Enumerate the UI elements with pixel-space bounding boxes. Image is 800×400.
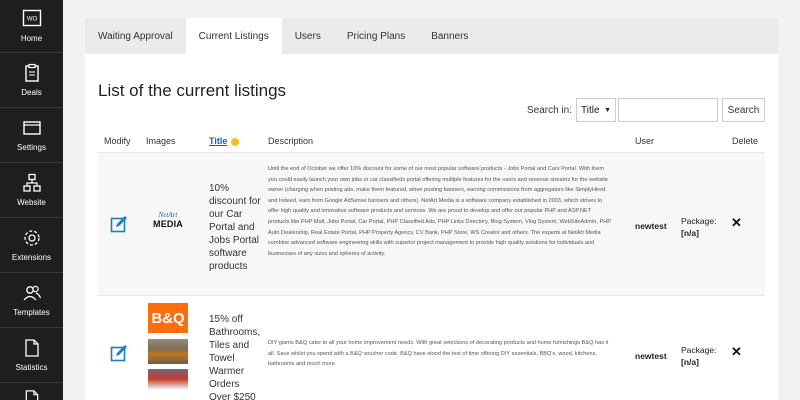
- listing-title: 15% off Bathrooms, Tiles and Towel Warme…: [209, 314, 261, 400]
- search-bar: Search in: Title ▼ Search: [527, 97, 765, 123]
- tab-banners[interactable]: Banners: [418, 18, 481, 54]
- tab-current-listings[interactable]: Current Listings: [185, 18, 282, 54]
- listing-package: Package: [n/a]: [681, 215, 716, 239]
- edit-icon[interactable]: [110, 215, 128, 233]
- search-label: Search in:: [526, 104, 572, 116]
- listing-title: 10% discount for our Car Portal and Jobs…: [209, 183, 261, 272]
- listing-description: DIY giants B&Q cater to all your home im…: [268, 340, 609, 368]
- sidebar-item-templates[interactable]: Templates: [0, 273, 63, 328]
- sort-indicator-icon: [231, 137, 240, 146]
- sidebar-item-label: Home: [20, 34, 43, 43]
- listing-image-netart: NetArt MEDIA: [153, 211, 183, 229]
- listing-image-bq-logo: B&Q: [148, 303, 188, 333]
- chevron-down-icon: ▼: [604, 106, 611, 114]
- listing-description: Until the end of October we offer 10% di…: [268, 166, 611, 257]
- search-field-select[interactable]: Title ▼: [576, 98, 616, 122]
- search-field-value: Title: [581, 104, 600, 116]
- package-label: Package:: [681, 345, 717, 355]
- tab-pricing-plans[interactable]: Pricing Plans: [334, 18, 418, 54]
- column-header-images: Images: [146, 136, 176, 146]
- table-row: B&Q 15% off Bathrooms, Tiles and Towel W…: [98, 295, 765, 400]
- search-input[interactable]: [618, 98, 718, 122]
- sidebar-item-statistics[interactable]: Statistics: [0, 328, 63, 383]
- table-row: NetArt MEDIA 10% discount for our Car Po…: [98, 152, 765, 295]
- sidebar-item-settings[interactable]: Settings: [0, 108, 63, 163]
- gear-icon: [23, 230, 40, 246]
- sidebar-item-home[interactable]: WO Home: [0, 0, 63, 53]
- listing-image-bq-store: [148, 339, 188, 364]
- tab-waiting-approval[interactable]: Waiting Approval: [85, 18, 186, 54]
- listings-panel: List of the current listings Search in: …: [85, 54, 778, 400]
- listing-package: Package: [n/a]: [681, 344, 716, 368]
- column-header-user: User: [635, 136, 655, 146]
- clipboard-icon: [24, 63, 39, 82]
- sitemap-icon: [22, 173, 41, 192]
- column-header-title[interactable]: Title: [209, 136, 240, 146]
- package-value: [n/a]: [681, 357, 699, 367]
- listing-image-bq-storefront: [148, 369, 188, 389]
- listing-user: newtest: [635, 221, 667, 231]
- sidebar-item-website[interactable]: Website: [0, 163, 63, 218]
- sidebar-item-extensions[interactable]: Extensions: [0, 218, 63, 273]
- package-value: [n/a]: [681, 228, 699, 238]
- sidebar-item-more[interactable]: [0, 383, 63, 400]
- search-button[interactable]: Search: [722, 98, 765, 122]
- listing-user: newtest: [635, 351, 667, 361]
- sidebar-item-label: Statistics: [15, 363, 48, 372]
- svg-text:WO: WO: [26, 17, 37, 23]
- sort-title-link[interactable]: Title: [209, 136, 227, 146]
- sidebar-item-label: Templates: [13, 308, 50, 317]
- sidebar-item-label: Website: [17, 198, 46, 207]
- main-area: Waiting Approval Current Listings Users …: [63, 0, 800, 400]
- window-icon: [22, 121, 41, 135]
- tab-users[interactable]: Users: [282, 18, 334, 54]
- column-header-delete: Delete: [732, 136, 759, 146]
- sidebar-item-label: Extensions: [11, 253, 52, 262]
- home-icon: WO: [22, 9, 41, 27]
- users-icon: [23, 285, 41, 301]
- delete-icon[interactable]: ✕: [731, 215, 742, 231]
- document-icon: [24, 339, 39, 357]
- sidebar-item-label: Deals: [21, 88, 42, 97]
- package-label: Package:: [681, 216, 717, 226]
- tab-bar: Waiting Approval Current Listings Users …: [85, 18, 778, 54]
- sidebar-item-deals[interactable]: Deals: [0, 53, 63, 108]
- document-icon: [25, 390, 38, 400]
- page-title: List of the current listings: [98, 81, 287, 100]
- column-header-description: Description: [268, 136, 314, 146]
- sidebar: WO Home Deals Settings Website Extension…: [0, 0, 63, 400]
- delete-icon[interactable]: ✕: [731, 344, 742, 360]
- edit-icon[interactable]: [110, 344, 128, 362]
- sidebar-item-label: Settings: [17, 143, 46, 152]
- column-header-modify: Modify: [104, 136, 131, 146]
